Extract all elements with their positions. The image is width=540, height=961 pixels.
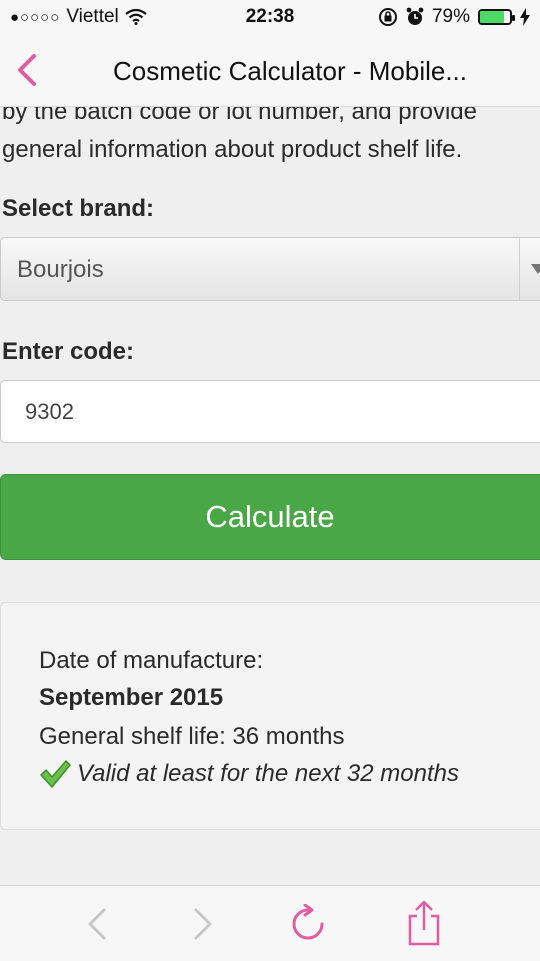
page-content: by the batch code or lot number, and pro… — [0, 107, 540, 885]
share-icon[interactable] — [404, 900, 444, 946]
code-input[interactable]: 9302 — [0, 380, 540, 443]
alarm-icon — [406, 7, 424, 25]
battery-percent: 79% — [431, 6, 470, 27]
validity-row: Valid at least for the next 32 months — [39, 759, 459, 789]
intro-line-1: by the batch code or lot number, and pro… — [2, 107, 477, 125]
charging-icon — [520, 8, 530, 26]
validity-text: Valid at least for the next 32 months — [77, 760, 459, 787]
reload-icon[interactable] — [288, 904, 328, 944]
nav-bar: Cosmetic Calculator - Mobile... — [0, 36, 540, 107]
page-title: Cosmetic Calculator - Mobile... — [0, 56, 540, 87]
status-right: 79% — [378, 6, 530, 28]
rotation-lock-icon — [378, 8, 397, 26]
intro-line-2: general information about product shelf … — [2, 136, 463, 163]
code-label: Enter code: — [2, 338, 135, 365]
calculate-button[interactable]: Calculate — [0, 474, 540, 560]
intro-text: by the batch code or lot number, and pro… — [2, 107, 540, 169]
brand-select[interactable]: Bourjois — [0, 237, 540, 301]
battery-icon — [478, 9, 515, 25]
browser-toolbar — [0, 885, 540, 961]
chevron-down-icon — [531, 264, 540, 274]
manufacture-label: Date of manufacture: — [39, 647, 264, 674]
battery-level-fill — [480, 11, 504, 23]
select-divider — [519, 238, 520, 300]
shelf-life-text: General shelf life: 36 months — [39, 723, 345, 750]
brand-select-value: Bourjois — [17, 256, 104, 283]
status-bar: ●○○○○ Viettel 22:38 79% — [0, 0, 540, 36]
forward-icon[interactable] — [182, 904, 222, 944]
brand-label: Select brand: — [2, 195, 155, 222]
checkmark-icon — [40, 760, 71, 788]
result-panel: Date of manufacture: September 2015 Gene… — [0, 602, 540, 830]
page-title-text: Cosmetic Calculator - Mobile... — [113, 56, 467, 86]
back-icon[interactable] — [78, 904, 118, 944]
manufacture-date: September 2015 — [39, 684, 224, 711]
